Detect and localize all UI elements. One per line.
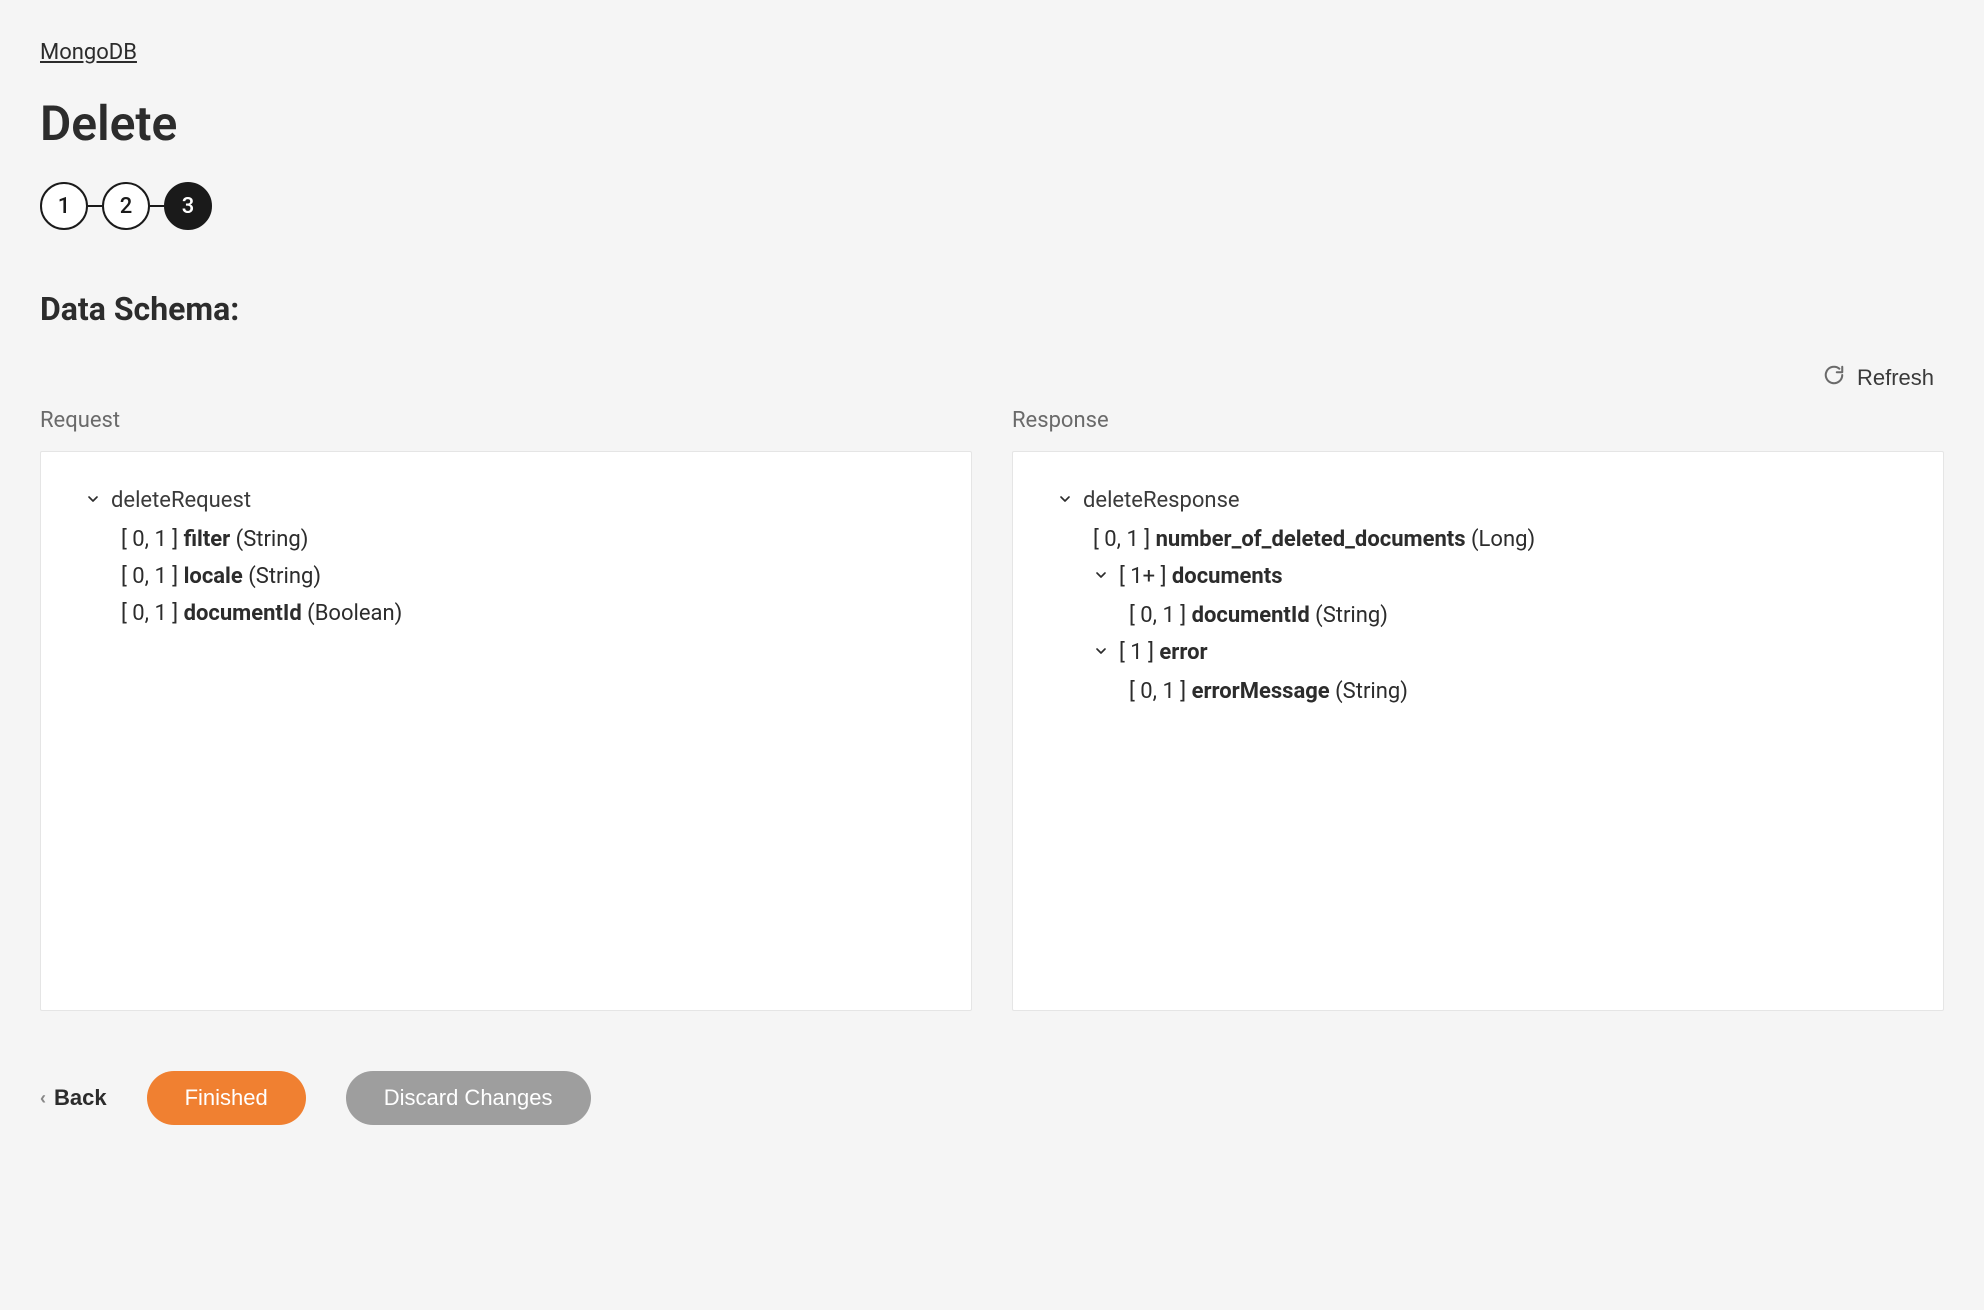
refresh-button[interactable]: Refresh [1813, 358, 1944, 398]
stepper: 123 [40, 182, 1944, 230]
schema-node[interactable]: deleteResponse [1057, 488, 1899, 513]
chevron-down-icon[interactable] [1093, 640, 1109, 665]
back-button[interactable]: ‹ Back [40, 1085, 107, 1111]
schema-node[interactable]: deleteRequest [85, 488, 927, 513]
section-heading: Data Schema: [40, 290, 1944, 328]
discard-button[interactable]: Discard Changes [346, 1071, 591, 1125]
schema-field: [ 0, 1 ] documentId (String) [1129, 603, 1899, 628]
schema-node[interactable]: [ 1+ ] documents [1093, 564, 1899, 589]
schema-node[interactable]: [ 1 ] error [1093, 640, 1899, 665]
request-header: Request [40, 408, 972, 433]
step-3[interactable]: 3 [164, 182, 212, 230]
schema-node-label: deleteRequest [111, 488, 251, 513]
chevron-down-icon[interactable] [1093, 564, 1109, 589]
chevron-down-icon[interactable] [1057, 488, 1073, 513]
response-header: Response [1012, 408, 1944, 433]
finished-button[interactable]: Finished [147, 1071, 306, 1125]
step-connector [150, 205, 164, 207]
schema-node-label: [ 1+ ] documents [1119, 564, 1283, 589]
schema-field: [ 0, 1 ] locale (String) [121, 564, 927, 589]
schema-node-label: [ 1 ] error [1119, 640, 1208, 665]
step-1[interactable]: 1 [40, 182, 88, 230]
response-column: Response deleteResponse [ 0, 1 ] number_o… [1012, 408, 1944, 1011]
response-schema-panel: deleteResponse [ 0, 1 ] number_of_deleted… [1012, 451, 1944, 1011]
schema-node-label: deleteResponse [1083, 488, 1240, 513]
request-column: Request deleteRequest [ 0, 1 ] filter (St… [40, 408, 972, 1011]
page-title: Delete [40, 95, 1944, 152]
schema-field: [ 0, 1 ] errorMessage (String) [1129, 679, 1899, 704]
chevron-down-icon[interactable] [85, 488, 101, 513]
request-schema-panel: deleteRequest [ 0, 1 ] filter (String) [ 0… [40, 451, 972, 1011]
schema-field: [ 0, 1 ] number_of_deleted_documents (Lo… [1093, 527, 1899, 552]
breadcrumb-link[interactable]: MongoDB [40, 40, 137, 65]
schema-field: [ 0, 1 ] documentId (Boolean) [121, 601, 927, 626]
back-label: Back [54, 1085, 107, 1111]
chevron-left-icon: ‹ [40, 1088, 46, 1109]
refresh-icon [1823, 364, 1845, 392]
refresh-label: Refresh [1857, 365, 1934, 391]
schema-field: [ 0, 1 ] filter (String) [121, 527, 927, 552]
step-connector [88, 205, 102, 207]
step-2[interactable]: 2 [102, 182, 150, 230]
